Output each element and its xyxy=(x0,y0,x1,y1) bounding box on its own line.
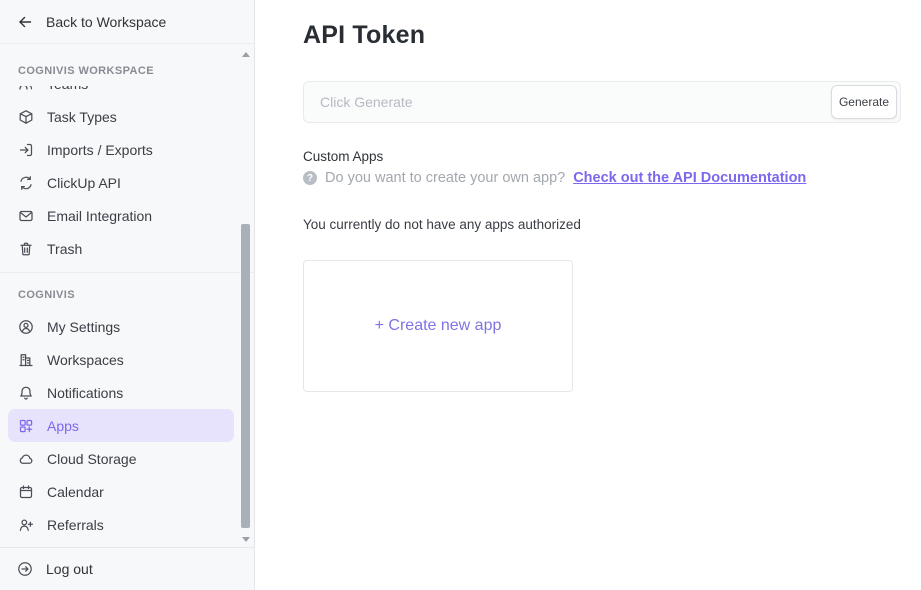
sidebar-item-calendar[interactable]: Calendar xyxy=(8,475,234,508)
user-settings-section: COGNIVIS My Settings Workspaces Notifica… xyxy=(0,273,254,541)
sidebar-item-imports-exports[interactable]: Imports / Exports xyxy=(8,133,234,166)
api-documentation-link[interactable]: Check out the API Documentation xyxy=(573,170,806,186)
page-title: API Token xyxy=(303,21,901,50)
sidebar-item-label: Task Types xyxy=(47,109,117,125)
settings-window: Back to Workspace COGNIVIS WORKSPACE Tea… xyxy=(0,0,921,590)
no-apps-message: You currently do not have any apps autho… xyxy=(303,217,901,232)
logout-label: Log out xyxy=(46,561,93,577)
calendar-icon xyxy=(18,484,34,500)
custom-apps-heading: Custom Apps xyxy=(303,149,901,164)
scrollbar-down-arrow-icon[interactable] xyxy=(242,537,250,542)
sidebar-item-label: Email Integration xyxy=(47,208,152,224)
create-new-app-button[interactable]: + Create new app xyxy=(375,317,502,335)
sidebar-item-teams[interactable]: Teams xyxy=(8,86,234,100)
sidebar-item-workspaces[interactable]: Workspaces xyxy=(8,343,234,376)
bell-icon xyxy=(18,385,34,401)
sidebar-item-label: ClickUp API xyxy=(47,175,121,191)
section-label-workspace: COGNIVIS WORKSPACE xyxy=(0,55,254,86)
sidebar-item-notifications[interactable]: Notifications xyxy=(8,376,234,409)
sidebar-item-label: My Settings xyxy=(47,319,120,335)
buildings-icon xyxy=(18,352,34,368)
logout-button[interactable]: Log out xyxy=(0,547,254,590)
scrollbar-up-arrow-icon[interactable] xyxy=(242,52,250,57)
section-label-user: COGNIVIS xyxy=(0,273,254,310)
teams-icon xyxy=(18,86,34,92)
sidebar-item-label: Imports / Exports xyxy=(47,142,153,158)
sidebar-item-task-types[interactable]: Task Types xyxy=(8,100,234,133)
scrollbar-thumb[interactable] xyxy=(241,224,250,528)
arrow-left-icon xyxy=(17,14,33,30)
sidebar-item-cloud-storage[interactable]: Cloud Storage xyxy=(8,442,234,475)
help-question-icon: ? xyxy=(303,171,317,185)
task-types-icon xyxy=(18,109,34,125)
sidebar-item-label: Apps xyxy=(47,418,79,434)
custom-apps-help-row: ? Do you want to create your own app? Ch… xyxy=(303,170,901,186)
sidebar-item-label: Calendar xyxy=(47,484,104,500)
sidebar-item-trash[interactable]: Trash xyxy=(8,232,234,265)
create-app-card[interactable]: + Create new app xyxy=(303,260,573,392)
sidebar-item-label: Notifications xyxy=(47,385,123,401)
sidebar-item-my-settings[interactable]: My Settings xyxy=(8,310,234,343)
settings-sidebar: Back to Workspace COGNIVIS WORKSPACE Tea… xyxy=(0,0,255,590)
sidebar-item-label: Trash xyxy=(47,241,82,257)
generate-button[interactable]: Generate xyxy=(831,85,897,119)
user-circle-icon xyxy=(18,319,34,335)
sidebar-item-label: Cloud Storage xyxy=(47,451,137,467)
sidebar-item-apps[interactable]: Apps xyxy=(8,409,234,442)
api-token-field-group: Generate xyxy=(303,81,901,123)
sidebar-item-label: Workspaces xyxy=(47,352,124,368)
sidebar-scroll-area: COGNIVIS WORKSPACE Teams Task Types Impo… xyxy=(0,44,254,547)
logout-icon xyxy=(17,561,33,577)
sidebar-item-label: Referrals xyxy=(47,517,104,533)
back-to-workspace-label: Back to Workspace xyxy=(46,14,166,30)
sidebar-item-referrals[interactable]: Referrals xyxy=(8,508,234,541)
imports-exports-icon xyxy=(18,142,34,158)
sidebar-item-clickup-api[interactable]: ClickUp API xyxy=(8,166,234,199)
api-token-page: API Token Generate Custom Apps ? Do you … xyxy=(255,0,921,590)
help-text: Do you want to create your own app? xyxy=(325,170,565,186)
clickup-api-icon xyxy=(18,175,34,191)
sidebar-item-email-integration[interactable]: Email Integration xyxy=(8,199,234,232)
clipped-row: Teams xyxy=(0,86,254,100)
trash-icon xyxy=(18,241,34,257)
cloud-icon xyxy=(18,451,34,467)
person-plus-icon xyxy=(18,517,34,533)
sidebar-scrollbar xyxy=(241,48,251,546)
email-icon xyxy=(18,208,34,224)
api-token-input[interactable] xyxy=(303,81,901,123)
back-to-workspace[interactable]: Back to Workspace xyxy=(0,0,254,44)
sidebar-item-label: Teams xyxy=(47,86,88,92)
apps-grid-icon xyxy=(18,418,34,434)
